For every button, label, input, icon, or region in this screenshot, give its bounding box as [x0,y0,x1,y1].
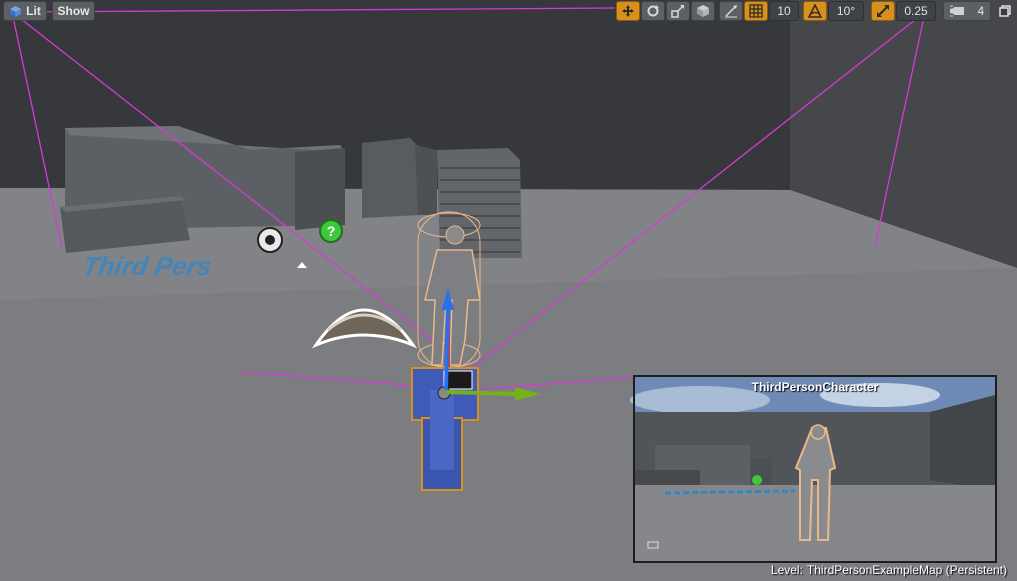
pillar-block [362,138,420,218]
show-label: Show [57,4,90,18]
ramp-block-side [295,148,345,230]
rotate-icon [647,5,659,17]
rotation-snap-button[interactable] [803,1,827,21]
view-mode-icon [9,5,22,18]
show-button[interactable]: Show [52,1,95,21]
rotation-snap-icon [808,4,822,18]
surface-snap-button[interactable] [719,1,743,21]
view-mode-button[interactable]: Lit [3,1,47,21]
scale-snap-button[interactable] [871,1,895,21]
translate-mode-button[interactable] [616,1,640,21]
level-indicator: Level: ThirdPersonExampleMap (Persistent) [771,563,1007,577]
camera-speed-button[interactable]: 4 [943,1,991,21]
rotation-snap-value[interactable]: 10° [828,1,864,21]
maximize-viewport-button[interactable] [996,1,1014,21]
camera-preview-window: ThirdPersonCharacter [633,375,997,563]
scale-icon [671,5,684,18]
grid-snap-button[interactable] [744,1,768,21]
world-local-icon [697,5,709,17]
scale-mode-button[interactable] [666,1,690,21]
level-label: Level: [770,563,803,577]
preview-title: ThirdPersonCharacter [751,380,879,394]
level-name: ThirdPersonExampleMap (Persistent) [806,563,1007,577]
level-viewport[interactable]: ? Third Pers ThirdPersonCharacter Lit Sh… [0,0,1017,581]
world-local-button[interactable] [691,1,715,21]
help-note-icon: ? [319,219,343,243]
camera-speed-value: 4 [977,4,985,18]
camera-speed-icon [949,5,964,17]
grid-snap-icon [749,4,763,18]
translate-icon [622,5,634,17]
maximize-icon [999,5,1011,17]
grid-snap-value[interactable]: 10 [769,1,799,21]
floor-text: Third Pers [80,251,214,281]
svg-text:?: ? [327,223,336,239]
directional-light-icon [257,227,283,253]
scale-snap-value[interactable]: 0.25 [896,1,936,21]
surface-snap-icon [725,5,737,18]
rotate-mode-button[interactable] [641,1,665,21]
view-mode-label: Lit [26,4,41,18]
scale-snap-icon [877,5,889,17]
